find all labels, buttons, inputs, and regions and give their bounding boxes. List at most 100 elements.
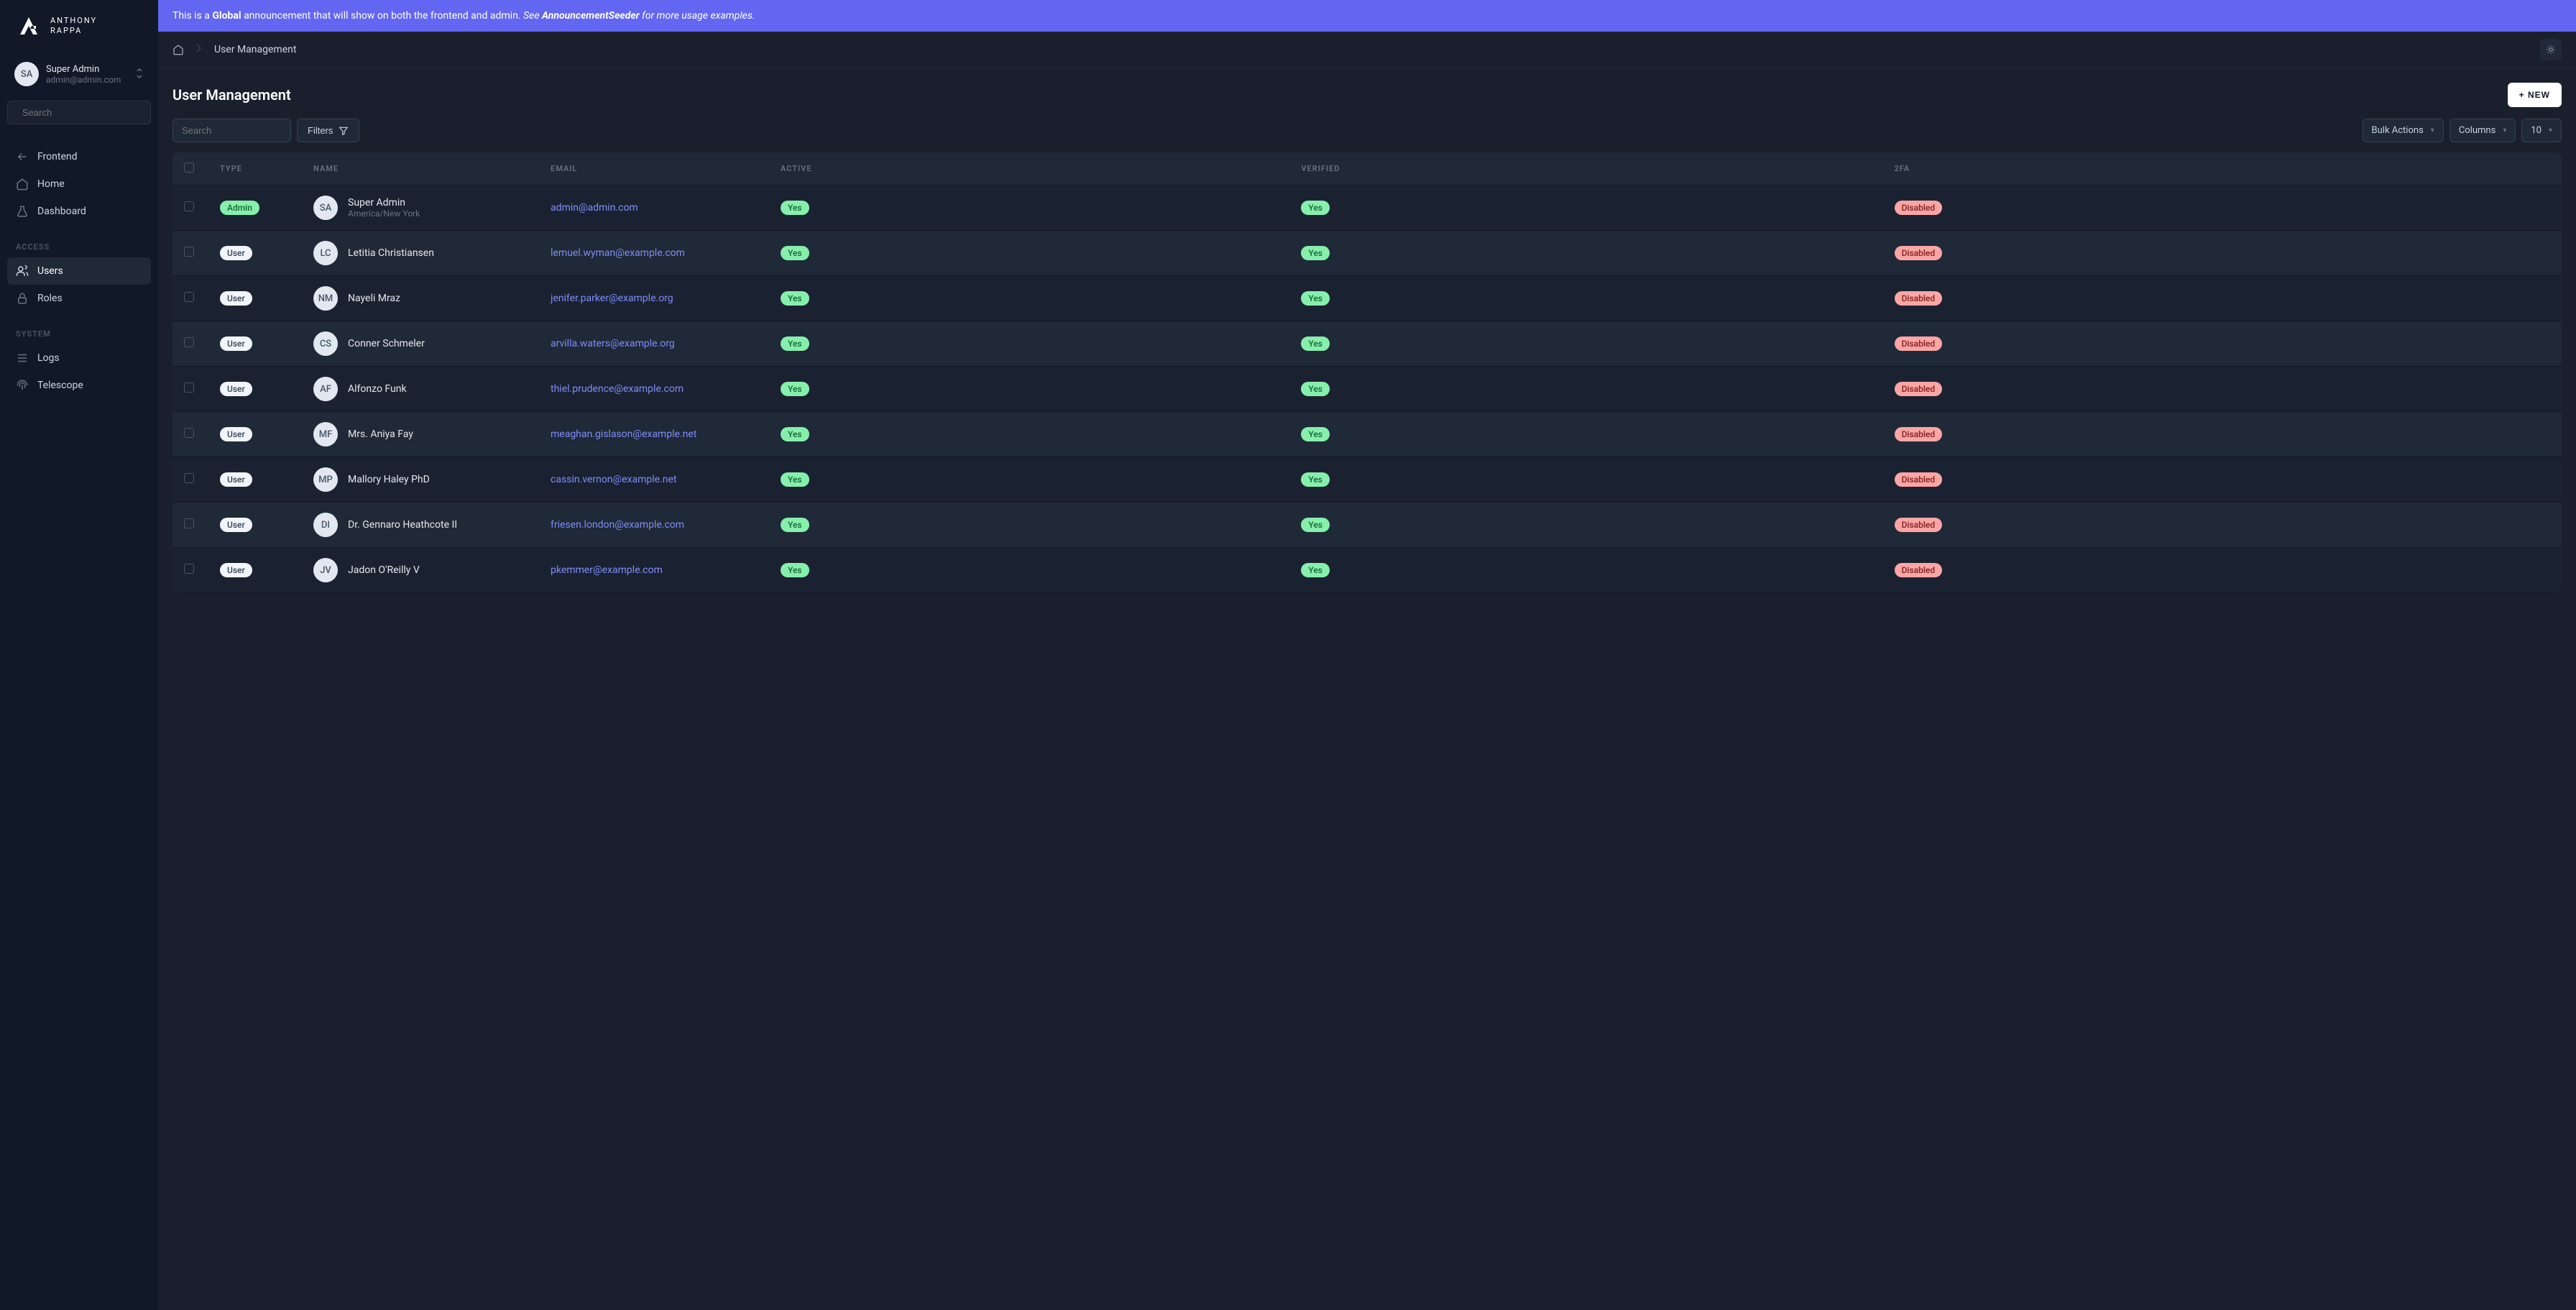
- avatar: DI: [313, 513, 338, 537]
- active-badge: Yes: [781, 472, 809, 487]
- column-header-email[interactable]: EMAIL: [539, 152, 769, 185]
- type-badge: User: [220, 246, 252, 260]
- twofa-badge: Disabled: [1895, 427, 1943, 441]
- verified-badge: Yes: [1301, 563, 1330, 577]
- sidebar-item-label: Dashboard: [37, 206, 86, 217]
- columns-select[interactable]: Columns ▾: [2450, 119, 2516, 142]
- active-badge: Yes: [781, 427, 809, 441]
- row-email[interactable]: cassin.vernon@example.net: [551, 474, 676, 485]
- sidebar-item-home[interactable]: Home: [7, 170, 151, 198]
- sidebar-item-logs[interactable]: Logs: [7, 344, 151, 372]
- type-badge: User: [220, 563, 252, 577]
- theme-toggle[interactable]: [2540, 39, 2562, 60]
- new-button[interactable]: + NEW: [2508, 83, 2562, 107]
- column-header-type[interactable]: TYPE: [208, 152, 302, 185]
- table-row[interactable]: User LC Letitia Christiansen lemuel.wyman@e…: [172, 231, 2562, 276]
- current-user-email: admin@admin.com: [46, 75, 128, 85]
- sidebar-item-dashboard[interactable]: Dashboard: [7, 198, 151, 225]
- users-table: TYPE NAME EMAIL ACTIVE VERIFIED 2FA Admi…: [172, 152, 2562, 593]
- table-row[interactable]: AdminSASuper AdminAmerica/New Yorkadmin@…: [172, 185, 2562, 231]
- table-row[interactable]: UserDIDr. Gennaro Heathcote IIfriesen.lo…: [172, 503, 2562, 548]
- row-email[interactable]: lemuel.wyman@example.com: [551, 247, 685, 259]
- list-icon: [16, 352, 29, 365]
- row-checkbox[interactable]: [184, 564, 194, 574]
- table-toolbar: Filters Bulk Actions ▾ Columns ▾ 10: [172, 119, 2562, 142]
- active-badge: Yes: [781, 563, 809, 577]
- search-input[interactable]: [22, 107, 149, 118]
- logo-icon: [14, 12, 43, 40]
- row-email[interactable]: arvilla.waters@example.org: [551, 338, 675, 349]
- filters-button[interactable]: Filters: [297, 119, 359, 142]
- row-email[interactable]: thiel.prudence@example.com: [551, 383, 684, 395]
- row-name: Mallory Haley PhD: [348, 474, 430, 485]
- verified-badge: Yes: [1301, 518, 1330, 532]
- sidebar-item-label: Roles: [37, 293, 63, 304]
- select-all-checkbox[interactable]: [184, 162, 194, 173]
- column-header-verified[interactable]: VERIFIED: [1289, 152, 1882, 185]
- column-header-active[interactable]: ACTIVE: [769, 152, 1289, 185]
- avatar: CS: [313, 331, 338, 356]
- active-badge: Yes: [781, 518, 809, 532]
- row-name: Letitia Christiansen: [348, 247, 434, 259]
- column-header-2fa[interactable]: 2FA: [1883, 152, 2562, 185]
- row-checkbox[interactable]: [184, 337, 194, 347]
- avatar: LC: [313, 241, 338, 265]
- table-row[interactable]: UserMPMallory Haley PhDcassin.vernon@exa…: [172, 457, 2562, 503]
- active-badge: Yes: [781, 291, 809, 306]
- twofa-badge: Disabled: [1895, 472, 1943, 487]
- table-search-input[interactable]: [172, 119, 291, 142]
- row-name: Super Admin: [348, 197, 420, 209]
- current-user-name: Super Admin: [46, 64, 128, 75]
- verified-badge: Yes: [1301, 201, 1330, 215]
- row-email[interactable]: pkemmer@example.com: [551, 564, 663, 576]
- row-checkbox[interactable]: [184, 518, 194, 528]
- row-email[interactable]: admin@admin.com: [551, 202, 638, 214]
- page-size-select[interactable]: 10 ▾: [2521, 119, 2562, 142]
- twofa-badge: Disabled: [1895, 382, 1943, 396]
- fingerprint-icon: [16, 379, 29, 392]
- verified-badge: Yes: [1301, 336, 1330, 351]
- row-checkbox[interactable]: [184, 473, 194, 483]
- breadcrumb-item[interactable]: User Management: [214, 44, 296, 55]
- sidebar-item-roles[interactable]: Roles: [7, 285, 151, 312]
- row-name: Alfonzo Funk: [348, 383, 407, 395]
- active-badge: Yes: [781, 246, 809, 260]
- row-checkbox[interactable]: [184, 292, 194, 302]
- sun-icon: [2546, 45, 2556, 55]
- column-header-name[interactable]: NAME: [302, 152, 539, 185]
- row-checkbox[interactable]: [184, 428, 194, 438]
- row-email[interactable]: friesen.london@example.com: [551, 519, 684, 531]
- type-badge: User: [220, 291, 252, 306]
- twofa-badge: Disabled: [1895, 518, 1943, 532]
- breadcrumb: User Management: [172, 43, 296, 56]
- sidebar-item-users[interactable]: Users: [7, 257, 151, 285]
- row-email[interactable]: jenifer.parker@example.org: [551, 293, 673, 304]
- bulk-actions-select[interactable]: Bulk Actions ▾: [2363, 119, 2444, 142]
- avatar: SA: [14, 62, 39, 86]
- chevron-down-icon: ▾: [2549, 127, 2552, 134]
- twofa-badge: Disabled: [1895, 563, 1943, 577]
- sidebar-item-frontend[interactable]: Frontend: [7, 143, 151, 170]
- type-badge: User: [220, 336, 252, 351]
- sidebar-item-label: Users: [37, 265, 63, 277]
- row-checkbox[interactable]: [184, 201, 194, 211]
- topbar: User Management: [158, 32, 2576, 68]
- table-row[interactable]: UserMFMrs. Aniya Faymeaghan.gislason@exa…: [172, 412, 2562, 457]
- row-subtitle: America/New York: [348, 209, 420, 219]
- row-checkbox[interactable]: [184, 383, 194, 393]
- sidebar-item-telescope[interactable]: Telescope: [7, 372, 151, 399]
- table-row[interactable]: UserNMNayeli Mrazjenifer.parker@example.…: [172, 276, 2562, 321]
- row-checkbox[interactable]: [184, 247, 194, 257]
- current-user-menu[interactable]: SA Super Admin admin@admin.com: [7, 55, 151, 93]
- active-badge: Yes: [781, 382, 809, 396]
- breadcrumb-home[interactable]: [172, 44, 184, 55]
- announcement-bar: This is a Global announcement that will …: [158, 0, 2576, 32]
- table-row[interactable]: UserCSConner Schmelerarvilla.waters@exam…: [172, 321, 2562, 367]
- row-email[interactable]: meaghan.gislason@example.net: [551, 429, 696, 440]
- table-row[interactable]: UserAFAlfonzo Funkthiel.prudence@example…: [172, 367, 2562, 412]
- table-row[interactable]: UserJVJadon O'Reilly Vpkemmer@example.co…: [172, 548, 2562, 593]
- beaker-icon: [16, 205, 29, 218]
- chevron-right-icon: [196, 43, 203, 56]
- sidebar-search[interactable]: [7, 101, 151, 124]
- brand-logo[interactable]: ANTHONY RAPPA: [7, 12, 151, 55]
